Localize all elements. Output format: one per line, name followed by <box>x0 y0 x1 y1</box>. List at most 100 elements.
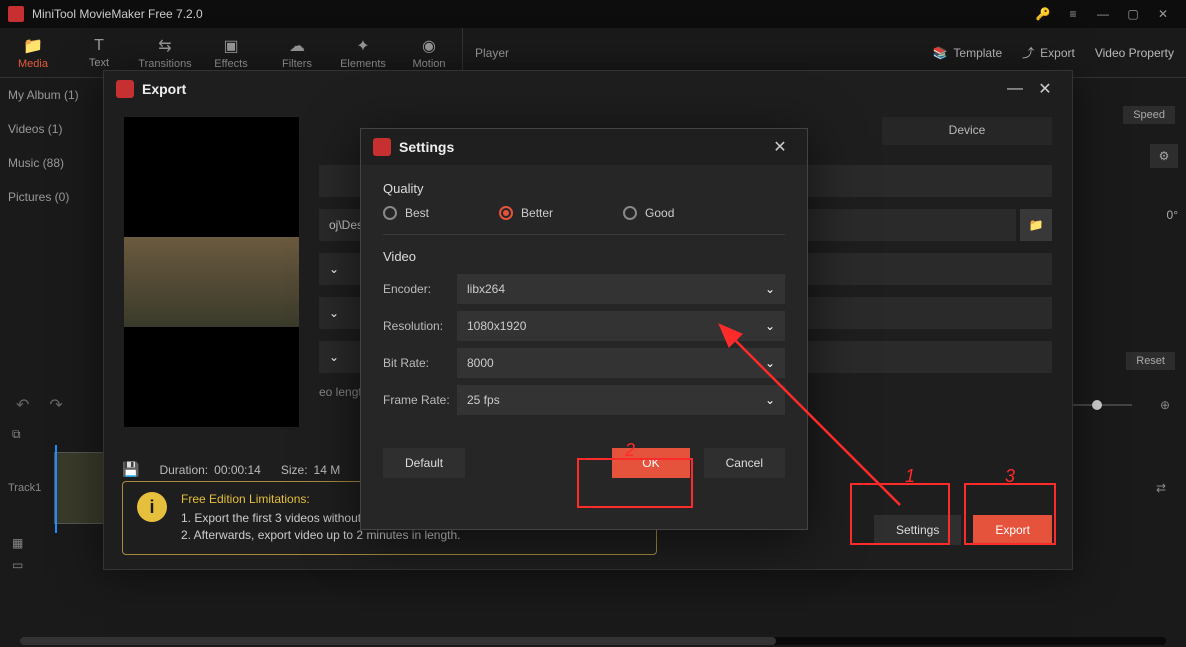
default-button[interactable]: Default <box>383 448 465 478</box>
export-button[interactable]: ⤴ Export <box>1022 44 1075 61</box>
encoder-label: Encoder: <box>383 282 457 296</box>
undo-button[interactable]: ↶ <box>16 395 29 415</box>
reset-button[interactable]: Reset <box>1126 352 1175 370</box>
framerate-select[interactable]: 25 fps⌄ <box>457 385 785 415</box>
tab-media[interactable]: 📁 Media <box>0 28 66 78</box>
ok-button[interactable]: OK <box>612 448 689 478</box>
sidebar-item-album[interactable]: My Album (1) <box>0 78 100 112</box>
bitrate-label: Bit Rate: <box>383 356 457 370</box>
settings-actions: Default OK Cancel <box>361 434 807 492</box>
annotation-num-3: 3 <box>1005 466 1015 487</box>
maximize-button[interactable]: ▢ <box>1118 0 1148 28</box>
grid-icon[interactable]: ▦ <box>12 536 23 550</box>
app-title: MiniTool MovieMaker Free 7.2.0 <box>32 7 1028 21</box>
framerate-label: Frame Rate: <box>383 393 457 407</box>
settings-dialog: Settings ✕ Quality Best Better Good Vide… <box>360 128 808 530</box>
sidebar-item-pictures[interactable]: Pictures (0) <box>0 180 100 214</box>
video-section-label: Video <box>383 249 785 264</box>
tab-text-label: Text <box>89 57 109 69</box>
resolution-select[interactable]: 1080x1920⌄ <box>457 311 785 341</box>
export-close-button[interactable]: ✕ <box>1030 79 1060 99</box>
timeline-scrollbar[interactable] <box>20 637 1166 645</box>
menu-icon[interactable]: ≡ <box>1058 0 1088 28</box>
export-dialog-title: Export — ✕ <box>104 71 1072 107</box>
export-info: 💾 Duration: 00:00:14 Size: 14 M <box>122 461 340 478</box>
export-tab-device[interactable]: Device <box>882 117 1052 145</box>
chevron-down-icon: ⌄ <box>765 356 775 370</box>
tab-effects-label: Effects <box>214 58 247 70</box>
settings-dialog-logo <box>373 138 391 156</box>
swap-icon[interactable]: ⇄ <box>1156 481 1166 495</box>
lock-icon[interactable]: ▭ <box>12 558 23 572</box>
close-button[interactable]: ✕ <box>1148 0 1178 28</box>
export-icon: ⤴ <box>1022 44 1034 61</box>
key-icon[interactable]: 🔑 <box>1028 0 1058 28</box>
copy-icon[interactable]: ⧉ <box>12 427 21 442</box>
minimize-button[interactable]: — <box>1088 0 1118 28</box>
radio-icon <box>499 206 513 220</box>
motion-icon: ◉ <box>422 36 436 56</box>
settings-close-button[interactable]: ✕ <box>765 137 795 157</box>
export-label: Export <box>1040 46 1075 60</box>
tab-transitions-label: Transitions <box>138 58 191 70</box>
size-value: 14 M <box>314 463 341 477</box>
resolution-value: 1080x1920 <box>467 319 526 333</box>
template-button[interactable]: 📚 Template <box>932 46 1002 60</box>
quality-section-label: Quality <box>383 181 785 196</box>
quality-best-label: Best <box>405 206 429 220</box>
settings-button[interactable]: Settings <box>874 515 961 545</box>
titlebar: MiniTool MovieMaker Free 7.2.0 🔑 ≡ — ▢ ✕ <box>0 0 1186 28</box>
chevron-down-icon: ⌄ <box>329 262 339 276</box>
warning-icon: i <box>137 492 167 522</box>
export-actions: Settings Export <box>874 515 1052 545</box>
settings-icon[interactable]: ⚙ <box>1150 144 1178 168</box>
quality-better-radio[interactable]: Better <box>499 206 553 220</box>
export-dialog-logo <box>116 80 134 98</box>
rotation-value: 0° <box>1167 208 1178 222</box>
text-icon: T <box>94 37 104 55</box>
encoder-select[interactable]: libx264 ⌄ <box>457 274 785 304</box>
template-icon: 📚 <box>932 46 947 60</box>
chevron-down-icon: ⌄ <box>329 306 339 320</box>
template-label: Template <box>953 46 1002 60</box>
encoder-value: libx264 <box>467 282 505 296</box>
annotation-num-1: 1 <box>905 466 915 487</box>
resolution-label: Resolution: <box>383 319 457 333</box>
media-sidebar: My Album (1) Videos (1) Music (88) Pictu… <box>0 78 100 214</box>
track-label: Track1 <box>8 482 50 494</box>
radio-icon <box>383 206 397 220</box>
player-label: Player <box>475 46 509 60</box>
duration-value: 00:00:14 <box>214 463 261 477</box>
transitions-icon: ⇆ <box>158 36 171 56</box>
export-dialog-title-text: Export <box>142 81 1000 97</box>
browse-button[interactable]: 📁 <box>1020 209 1052 241</box>
sidebar-item-videos[interactable]: Videos (1) <box>0 112 100 146</box>
quality-good-radio[interactable]: Good <box>623 206 674 220</box>
export-preview <box>124 117 299 427</box>
sidebar-item-music[interactable]: Music (88) <box>0 146 100 180</box>
folder-icon: 📁 <box>1029 218 1044 232</box>
video-property-label: Video Property <box>1095 46 1174 60</box>
redo-button[interactable]: ↷ <box>49 395 62 415</box>
bitrate-value: 8000 <box>467 356 494 370</box>
duration-label: Duration: <box>159 463 208 477</box>
effects-icon: ▣ <box>223 36 238 56</box>
tab-media-label: Media <box>18 58 48 70</box>
settings-dialog-title-text: Settings <box>399 139 765 155</box>
zoom-in-button[interactable]: ⊕ <box>1160 398 1170 412</box>
export-minimize-button[interactable]: — <box>1000 80 1030 98</box>
elements-icon: ✦ <box>356 36 369 56</box>
tab-motion-label: Motion <box>412 58 445 70</box>
bitrate-select[interactable]: 8000 ⌄ <box>457 348 785 378</box>
export-confirm-button[interactable]: Export <box>973 515 1052 545</box>
chevron-down-icon: ⌄ <box>329 350 339 364</box>
quality-better-label: Better <box>521 206 553 220</box>
quality-best-radio[interactable]: Best <box>383 206 429 220</box>
tab-filters-label: Filters <box>282 58 312 70</box>
app-logo <box>8 6 24 22</box>
chevron-down-icon: ⌄ <box>765 282 775 296</box>
chevron-down-icon: ⌄ <box>765 393 775 407</box>
cancel-button[interactable]: Cancel <box>704 448 785 478</box>
speed-button[interactable]: Speed <box>1123 106 1175 124</box>
settings-dialog-title: Settings ✕ <box>361 129 807 165</box>
